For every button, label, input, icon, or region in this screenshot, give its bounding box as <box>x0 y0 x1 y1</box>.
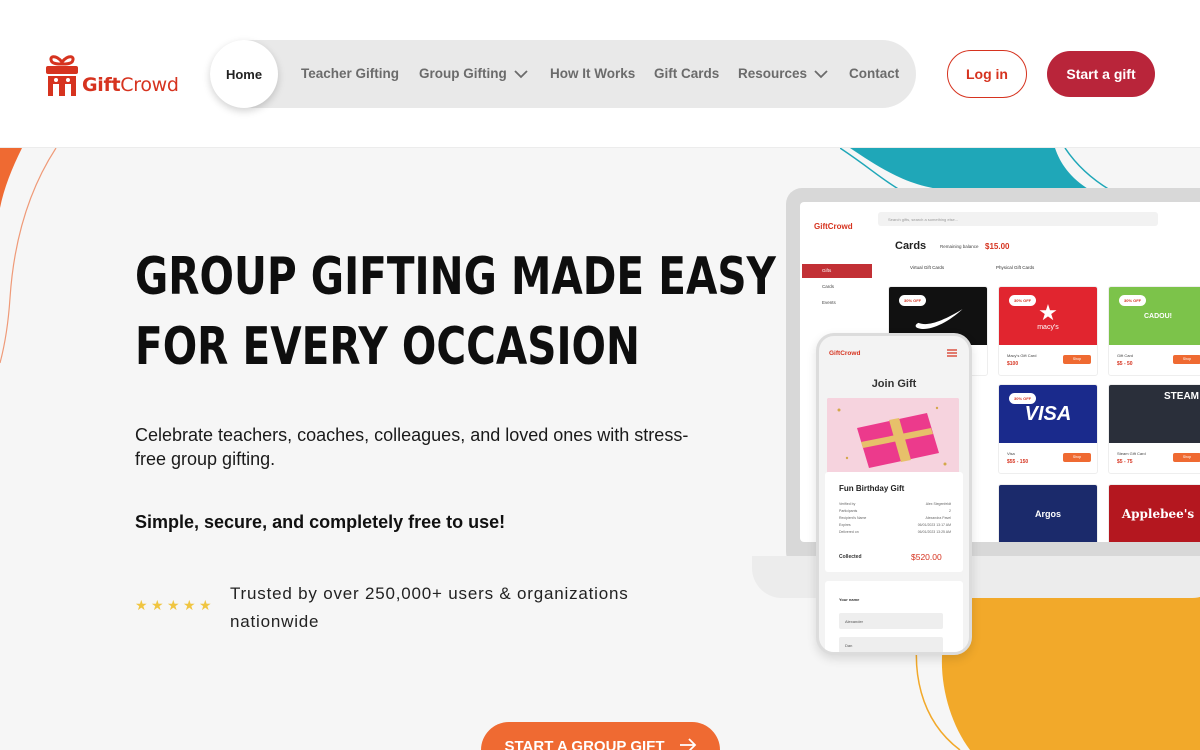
gift-card-name: Steam Gift Card <box>1117 451 1146 456</box>
phone-logo: GiftCrowd <box>829 350 861 357</box>
gift-card-price: $100 <box>1007 361 1019 367</box>
gift-box-image <box>827 398 959 474</box>
screen-tab-physical: Physical Gift Cards <box>996 265 1035 270</box>
gift-card-name: Visa <box>1007 451 1015 456</box>
gift-details-card: Fun Birthday Gift Verified by Alex Siegen… <box>825 472 963 572</box>
discount-badge: 30% OFF <box>1009 295 1037 306</box>
detail-row: Recipient's Name Alexandra Pavel <box>839 516 951 520</box>
gift-card-shop-button: Shop <box>1173 355 1200 364</box>
gift-box-illustration <box>827 398 959 474</box>
main-nav: Home Teacher Gifting Group Gifting How I… <box>210 40 916 108</box>
hero-title-line-1: GROUP GIFTING MADE EASY <box>135 247 776 307</box>
nav-group-gifting[interactable]: Group Gifting <box>419 66 529 81</box>
logo[interactable]: GiftCrowd <box>44 52 179 96</box>
screen-sidebar-gifts: Gifts <box>802 264 872 278</box>
rating-stars: ★ ★ ★ ★ ★ <box>135 597 212 613</box>
gift-card-steam: STEAM Steam Gift Card $5 - 75 Shop <box>1108 384 1200 474</box>
chevron-down-icon <box>514 69 528 78</box>
gift-card-macys: ★ macy's 30% OFF Macy's Gift Card $100 Sh… <box>998 286 1098 376</box>
login-button[interactable]: Log in <box>947 50 1027 98</box>
gift-card-shop-button: Shop <box>1063 355 1091 364</box>
phone-mockup: GiftCrowd Join Gift Fun Birthday Gift Ve… <box>816 333 972 655</box>
gift-card-image: Applebee's <box>1109 485 1200 542</box>
site-header: GiftCrowd Home Teacher Gifting Group Gif… <box>0 0 1200 148</box>
hero-title-line-2: FOR EVERY OCCASION <box>135 317 640 377</box>
start-gift-button[interactable]: Start a gift <box>1047 51 1155 97</box>
discount-badge: 30% OFF <box>1119 295 1147 306</box>
screen-sidebar-events: Events <box>822 300 836 305</box>
decorative-blob-orange-left <box>0 148 57 364</box>
nav-contact[interactable]: Contact <box>849 66 899 81</box>
phone-title: Join Gift <box>871 378 917 390</box>
screen-balance-label: Remaining balance <box>940 244 979 249</box>
cta-label: START A GROUP GIFT <box>504 738 665 750</box>
detail-row: Participants 2 <box>839 509 951 513</box>
gift-card-shop-button: Shop <box>1063 453 1091 462</box>
gift-card-price: $55 - 150 <box>1007 459 1029 465</box>
nav-teacher-gifting[interactable]: Teacher Gifting <box>301 66 399 81</box>
discount-badge: 30% OFF <box>1009 393 1037 404</box>
gift-card-image: Argos <box>999 485 1097 542</box>
screen-cards-title: Cards <box>895 240 927 252</box>
gift-card-argos: Argos <box>998 484 1098 542</box>
menu-icon <box>947 349 957 357</box>
start-group-gift-button[interactable]: START A GROUP GIFT <box>481 722 720 750</box>
nav-resources[interactable]: Resources <box>738 66 829 81</box>
screen-logo: GiftCrowd <box>814 222 853 231</box>
hero-title: GROUP GIFTING MADE EASY FOR EVERY OCCASI… <box>135 242 776 382</box>
decorative-blob-teal <box>840 148 1111 191</box>
gift-card-name: Gift Card <box>1117 353 1134 358</box>
chevron-down-icon <box>814 69 828 78</box>
discount-badge: 30% OFF <box>899 295 927 306</box>
star-icon: ★ <box>183 597 196 613</box>
gift-card-shop-button: Shop <box>1173 453 1200 462</box>
gift-logo-icon <box>46 55 78 96</box>
collected-label: Collected <box>839 554 862 560</box>
nav-how-it-works[interactable]: How It Works <box>550 66 635 81</box>
gift-card-cadou: CADOU! 30% OFF Gift Card $5 - 50 Shop <box>1108 286 1200 376</box>
detail-row: Delivered on 06/01/2023 13:25 AM <box>839 530 951 534</box>
join-form: Your name Alexander Dan <box>825 581 963 652</box>
trusted-by-text: Trusted by over 250,000+ users & organiz… <box>230 584 629 631</box>
detail-row: Expires 06/01/2023 13:17 AM <box>839 523 951 527</box>
gift-card-name: Macy's Gift Card <box>1007 353 1037 358</box>
nav-gift-cards[interactable]: Gift Cards <box>654 66 719 81</box>
gift-title: Fun Birthday Gift <box>839 484 905 493</box>
logo-text: GiftCrowd <box>82 74 179 96</box>
argos-brand: Argos <box>1034 509 1061 519</box>
hero-free-note: Simple, secure, and completely free to u… <box>135 512 506 532</box>
hero-subtitle: Celebrate teachers, coaches, colleagues,… <box>135 425 689 469</box>
star-icon: ★ <box>199 597 212 613</box>
star-icon: ★ <box>135 597 148 613</box>
arrow-right-icon <box>679 738 696 750</box>
gift-card-image: STEAM <box>1109 385 1200 443</box>
detail-row: Verified by Alex Siegenfeldt <box>839 502 951 506</box>
screen-tab-virtual: Virtual Gift Cards <box>910 265 945 270</box>
gift-card-price: $5 - 75 <box>1117 459 1133 465</box>
gift-card-visa: VISA 30% OFF Visa $55 - 150 Shop <box>998 384 1098 474</box>
star-icon: ★ <box>151 597 164 613</box>
applebees-brand: Applebee's <box>1121 507 1195 521</box>
screen-balance-value: $15.00 <box>985 242 1010 251</box>
your-name-label: Your name <box>839 597 860 602</box>
name-input: Alexander <box>839 613 943 629</box>
collected-amount: $520.00 <box>911 552 942 562</box>
gift-card-applebees: Applebee's <box>1108 484 1200 542</box>
screen-search-bar: Search gifts, search a something else... <box>878 212 1158 226</box>
gift-card-price: $5 - 50 <box>1117 361 1133 367</box>
star-icon: ★ <box>167 597 180 613</box>
name-input: Dan <box>839 637 943 652</box>
nav-home[interactable]: Home <box>210 40 278 108</box>
screen-sidebar-cards: Cards <box>822 284 835 289</box>
steam-brand: STEAM <box>1164 391 1199 402</box>
